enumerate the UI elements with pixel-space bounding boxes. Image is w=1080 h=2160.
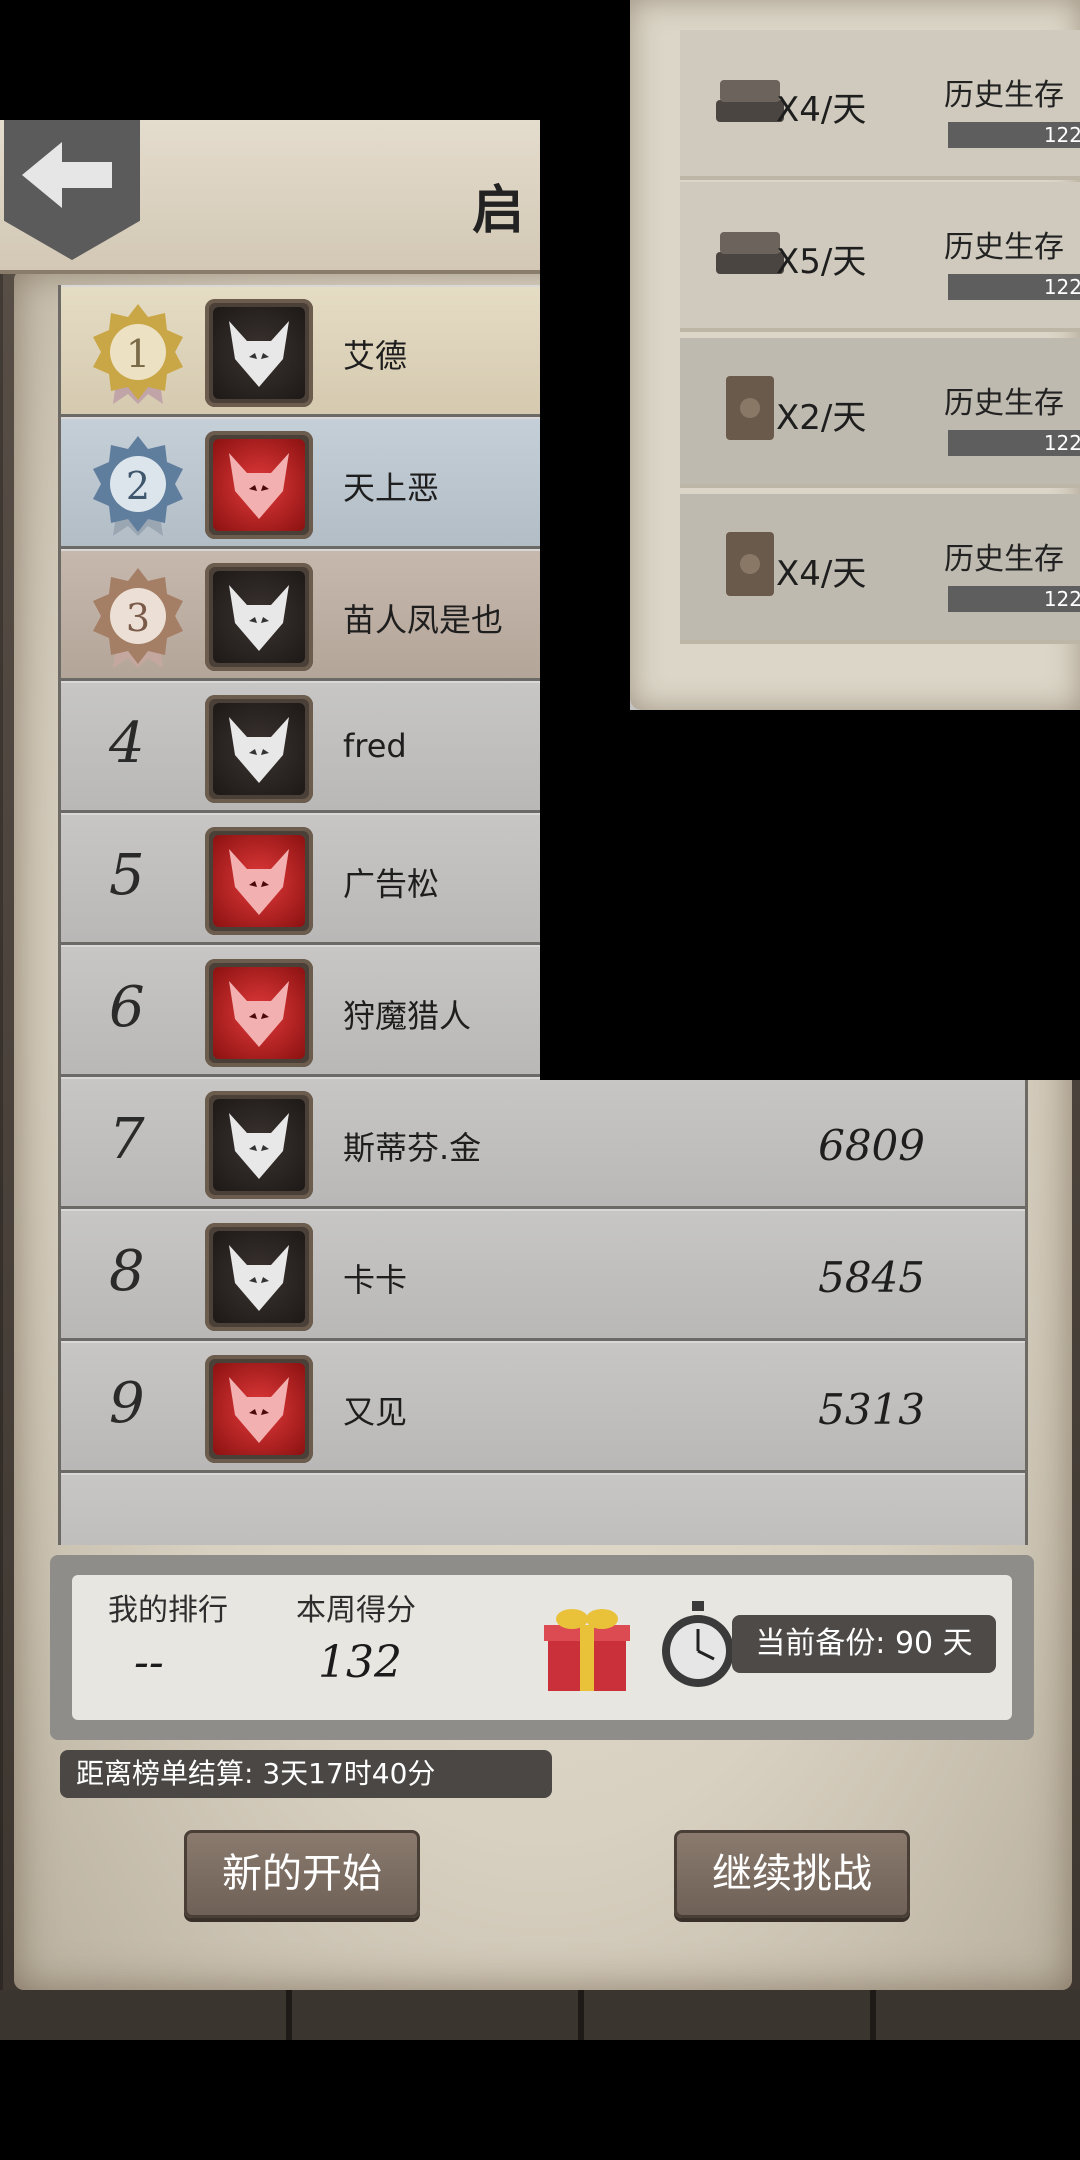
week-score-label: 本周得分 xyxy=(296,1593,416,1628)
black-overlay xyxy=(630,710,1080,1080)
current-backup: 当前备份: 90 天 xyxy=(732,1615,996,1673)
wolf-icon xyxy=(229,1113,289,1179)
avatar[interactable] xyxy=(205,959,313,1067)
player-score: 6809 xyxy=(818,1121,925,1170)
my-rank-inner: 我的排行 -- 本周得分 132 当前备份: 90 天 xyxy=(72,1575,1012,1720)
leaderboard-row[interactable] xyxy=(61,1473,1025,1545)
page-title: 启 xyxy=(472,181,525,241)
player-name: 天上恶 xyxy=(343,469,440,507)
leaderboard-row[interactable]: 8 卡卡 5845 xyxy=(61,1209,1025,1341)
silver-medal-icon: 2 xyxy=(93,436,183,536)
avatar[interactable] xyxy=(205,1091,313,1199)
svg-text:2: 2 xyxy=(126,464,150,508)
reward-progress: 122 xyxy=(948,430,1080,456)
black-overlay xyxy=(0,2040,1080,2160)
wolf-icon xyxy=(229,1245,289,1311)
avatar[interactable] xyxy=(205,431,313,539)
reward-item[interactable]: X4/天 历史生存 122 xyxy=(680,30,1080,180)
avatar[interactable] xyxy=(205,563,313,671)
rank-number: 8 xyxy=(109,1239,145,1304)
wolf-icon xyxy=(229,849,289,915)
gold-medal-icon: 1 xyxy=(93,304,183,404)
reward-multiplier: X4/天 xyxy=(776,554,867,594)
wolf-icon xyxy=(229,321,289,387)
reward-progress: 122 xyxy=(948,122,1080,148)
reward-multiplier: X2/天 xyxy=(776,398,867,438)
player-name: fred xyxy=(343,727,407,765)
avatar[interactable] xyxy=(205,299,313,407)
rank-number: 4 xyxy=(109,711,145,776)
reward-label: 历史生存 xyxy=(944,230,1064,265)
reward-item[interactable]: X4/天 历史生存 122 xyxy=(680,494,1080,644)
player-name: 艾德 xyxy=(343,337,408,375)
wolf-icon xyxy=(229,1377,289,1443)
leaderboard-row[interactable]: 9 又见 5313 xyxy=(61,1341,1025,1473)
my-rank-label: 我的排行 xyxy=(108,1593,228,1628)
reward-multiplier: X4/天 xyxy=(776,90,867,130)
back-arrow-icon xyxy=(22,142,112,208)
reward-multiplier: X5/天 xyxy=(776,242,867,282)
my-rank-panel: 我的排行 -- 本周得分 132 当前备份: 90 天 xyxy=(50,1555,1034,1740)
wolf-icon xyxy=(229,981,289,1047)
rank-number: 5 xyxy=(109,843,145,908)
rank-number: 6 xyxy=(109,975,145,1040)
continue-challenge-button[interactable]: 继续挑战 xyxy=(674,1830,910,1918)
my-rank-value: -- xyxy=(134,1637,164,1688)
stopwatch-icon xyxy=(662,1601,734,1687)
rank-number: 9 xyxy=(109,1371,145,1436)
reward-label: 历史生存 xyxy=(944,78,1064,113)
avatar[interactable] xyxy=(205,1223,313,1331)
avatar[interactable] xyxy=(205,695,313,803)
reward-item[interactable]: X2/天 历史生存 122 xyxy=(680,338,1080,488)
reward-progress: 122 xyxy=(948,274,1080,300)
player-score: 5313 xyxy=(818,1385,925,1434)
settlement-countdown: 距离榜单结算: 3天17时40分 xyxy=(60,1750,552,1798)
reward-label: 历史生存 xyxy=(944,386,1064,421)
player-score: 5845 xyxy=(818,1253,925,1302)
avatar[interactable] xyxy=(205,1355,313,1463)
wolf-icon xyxy=(229,585,289,651)
black-overlay xyxy=(0,0,630,120)
avatar[interactable] xyxy=(205,827,313,935)
rank-number: 7 xyxy=(109,1107,145,1172)
black-overlay xyxy=(540,120,630,1080)
bronze-medal-icon: 3 xyxy=(93,568,183,668)
wolf-icon xyxy=(229,717,289,783)
gift-icon[interactable] xyxy=(542,1597,632,1693)
player-name: 斯蒂芬.金 xyxy=(343,1129,482,1167)
player-name: 狩魔猎人 xyxy=(343,997,472,1035)
player-name: 苗人凤是也 xyxy=(343,601,504,639)
player-name: 卡卡 xyxy=(343,1261,408,1299)
player-name: 又见 xyxy=(343,1393,408,1431)
week-score-value: 132 xyxy=(318,1637,402,1688)
player-name: 广告松 xyxy=(343,865,440,903)
reward-progress: 122 xyxy=(948,586,1080,612)
svg-text:3: 3 xyxy=(126,596,150,640)
wood-floor xyxy=(0,1990,1080,2040)
reward-item[interactable]: X5/天 历史生存 122 xyxy=(680,182,1080,332)
leaderboard-row[interactable]: 7 斯蒂芬.金 6809 xyxy=(61,1077,1025,1209)
new-start-button[interactable]: 新的开始 xyxy=(184,1830,420,1918)
reward-label: 历史生存 xyxy=(944,542,1064,577)
wolf-icon xyxy=(229,453,289,519)
svg-text:1: 1 xyxy=(126,332,150,376)
